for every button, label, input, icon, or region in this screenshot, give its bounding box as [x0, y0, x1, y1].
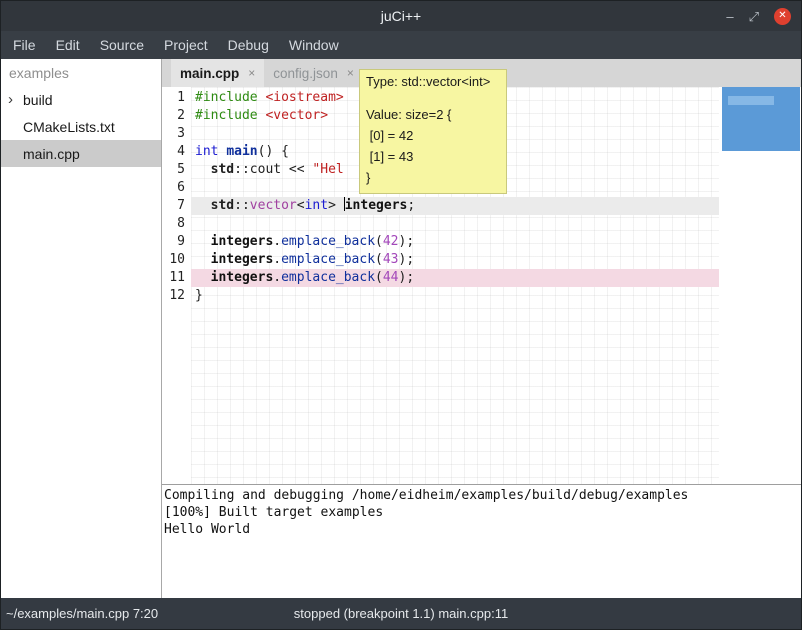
minimap-stripe: [728, 96, 774, 105]
statusbar: ~/examples/main.cpp 7:20 stopped (breakp…: [1, 598, 801, 629]
code-line[interactable]: }: [191, 287, 719, 305]
line-number[interactable]: 2: [162, 107, 191, 125]
tab-label: config.json: [273, 66, 338, 81]
window-title: juCi++: [1, 8, 801, 24]
line-number[interactable]: 4: [162, 143, 191, 161]
status-file-position: ~/examples/main.cpp 7:20: [1, 606, 158, 621]
line-number[interactable]: 9: [162, 233, 191, 251]
tree-item-cmakelists.txt[interactable]: CMakeLists.txt: [1, 113, 161, 140]
editor-column: main.cpp×config.json× 123456789101112 #i…: [162, 59, 801, 598]
code-line[interactable]: integers.emplace_back(44);: [191, 269, 719, 287]
line-number[interactable]: 5: [162, 161, 191, 179]
code-line[interactable]: integers.emplace_back(43);: [191, 251, 719, 269]
output-terminal[interactable]: Compiling and debugging /home/eidheim/ex…: [162, 484, 801, 598]
line-number-gutter: 123456789101112: [162, 87, 191, 484]
restore-button[interactable]: ⤢: [749, 10, 759, 23]
file-tree: ›build CMakeLists.txt main.cpp: [1, 86, 161, 167]
menu-item-window[interactable]: Window: [279, 31, 349, 59]
tab-close-icon[interactable]: ×: [347, 66, 354, 80]
code-line[interactable]: integers.emplace_back(42);: [191, 233, 719, 251]
tree-item-label: build: [23, 92, 53, 108]
line-number[interactable]: 8: [162, 215, 191, 233]
tooltip-value-line: }: [366, 167, 500, 188]
tab-close-icon[interactable]: ×: [248, 66, 255, 80]
line-number[interactable]: 11: [162, 269, 191, 287]
menu-item-project[interactable]: Project: [154, 31, 218, 59]
terminal-line: Hello World: [164, 521, 799, 538]
folder-expander-icon[interactable]: ›: [8, 92, 23, 107]
tooltip-value-line: [1] = 43: [366, 146, 500, 167]
menu-item-debug[interactable]: Debug: [218, 31, 279, 59]
tooltip-type-label: Type: std::vector<int>: [366, 73, 500, 91]
code-line[interactable]: std::vector<int> integers;: [191, 197, 719, 215]
line-number[interactable]: 1: [162, 89, 191, 107]
line-number[interactable]: 7: [162, 197, 191, 215]
project-name: examples: [1, 59, 161, 86]
close-icon: ✕: [778, 11, 786, 21]
menubar-items: FileEditSourceProjectDebugWindow: [3, 31, 349, 59]
minimize-button[interactable]: –: [726, 10, 733, 23]
window-controls: – ⤢ ✕: [726, 8, 801, 25]
line-number[interactable]: 6: [162, 179, 191, 197]
tree-item-label: CMakeLists.txt: [23, 119, 115, 135]
tab-label: main.cpp: [180, 66, 239, 81]
menu-item-file[interactable]: File: [3, 31, 46, 59]
editor-right-margin: [719, 87, 801, 484]
tree-item-label: main.cpp: [23, 146, 80, 162]
tooltip-value-line: [0] = 42: [366, 125, 500, 146]
app-window: juCi++ – ⤢ ✕ FileEditSourceProjectDebugW…: [0, 0, 802, 630]
menu-item-source[interactable]: Source: [90, 31, 154, 59]
tooltip-value-block: Value: size=2 { [0] = 42 [1] = 43}: [366, 104, 500, 188]
terminal-line: Compiling and debugging /home/eidheim/ex…: [164, 487, 799, 504]
titlebar[interactable]: juCi++ – ⤢ ✕: [1, 1, 801, 31]
menubar: FileEditSourceProjectDebugWindow: [1, 31, 801, 59]
terminal-line: [100%] Built target examples: [164, 504, 799, 521]
tab-main.cpp[interactable]: main.cpp ×: [171, 59, 264, 87]
tooltip-value-line: Value: size=2 {: [366, 104, 500, 125]
tree-item-main.cpp[interactable]: main.cpp: [1, 140, 161, 167]
sidebar: examples ›build CMakeLists.txt main.cpp: [1, 59, 162, 598]
close-button[interactable]: ✕: [774, 8, 791, 25]
main-area: examples ›build CMakeLists.txt main.cpp ma…: [1, 59, 801, 598]
line-number[interactable]: 3: [162, 125, 191, 143]
menu-item-edit[interactable]: Edit: [46, 31, 90, 59]
minimap[interactable]: [722, 87, 800, 151]
tree-item-build[interactable]: ›build: [1, 86, 161, 113]
line-number[interactable]: 12: [162, 287, 191, 305]
tab-config.json[interactable]: config.json ×: [264, 59, 363, 87]
code-line[interactable]: [191, 215, 719, 233]
debug-value-tooltip: Type: std::vector<int> Value: size=2 { […: [359, 69, 507, 194]
tooltip-gap: [366, 91, 500, 104]
line-number[interactable]: 10: [162, 251, 191, 269]
